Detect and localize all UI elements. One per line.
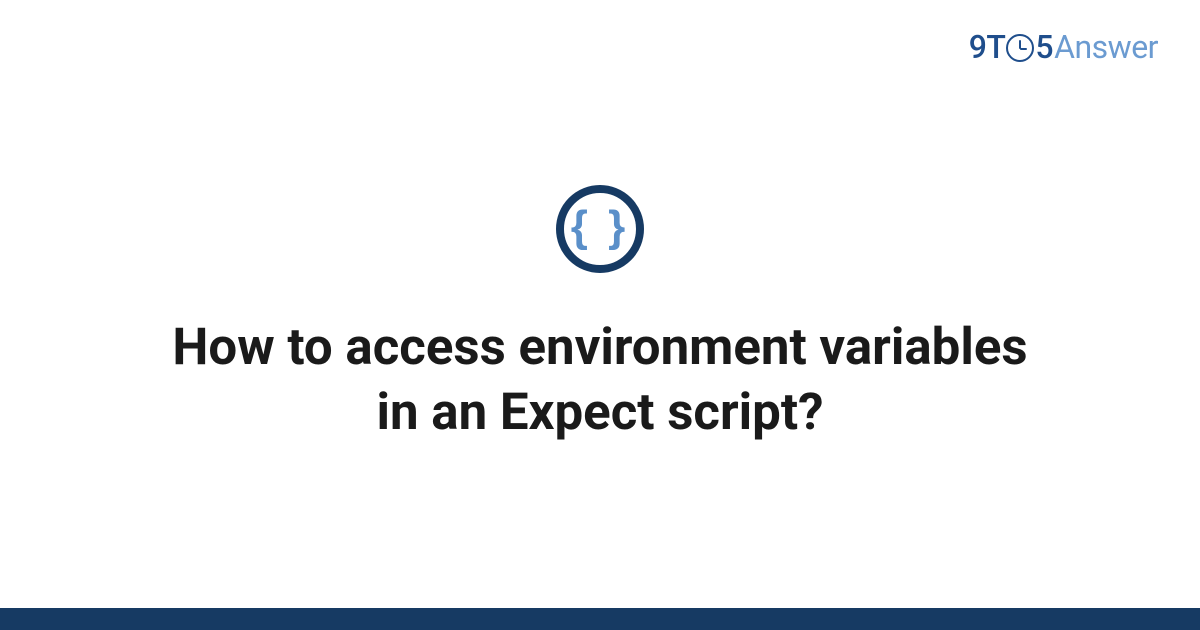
footer-bar [0, 608, 1200, 630]
main-content: { } How to access environment variables … [0, 0, 1200, 590]
question-title: How to access environment variables in a… [150, 315, 1050, 446]
category-badge: { } [556, 185, 644, 273]
code-braces-icon: { } [571, 205, 629, 249]
